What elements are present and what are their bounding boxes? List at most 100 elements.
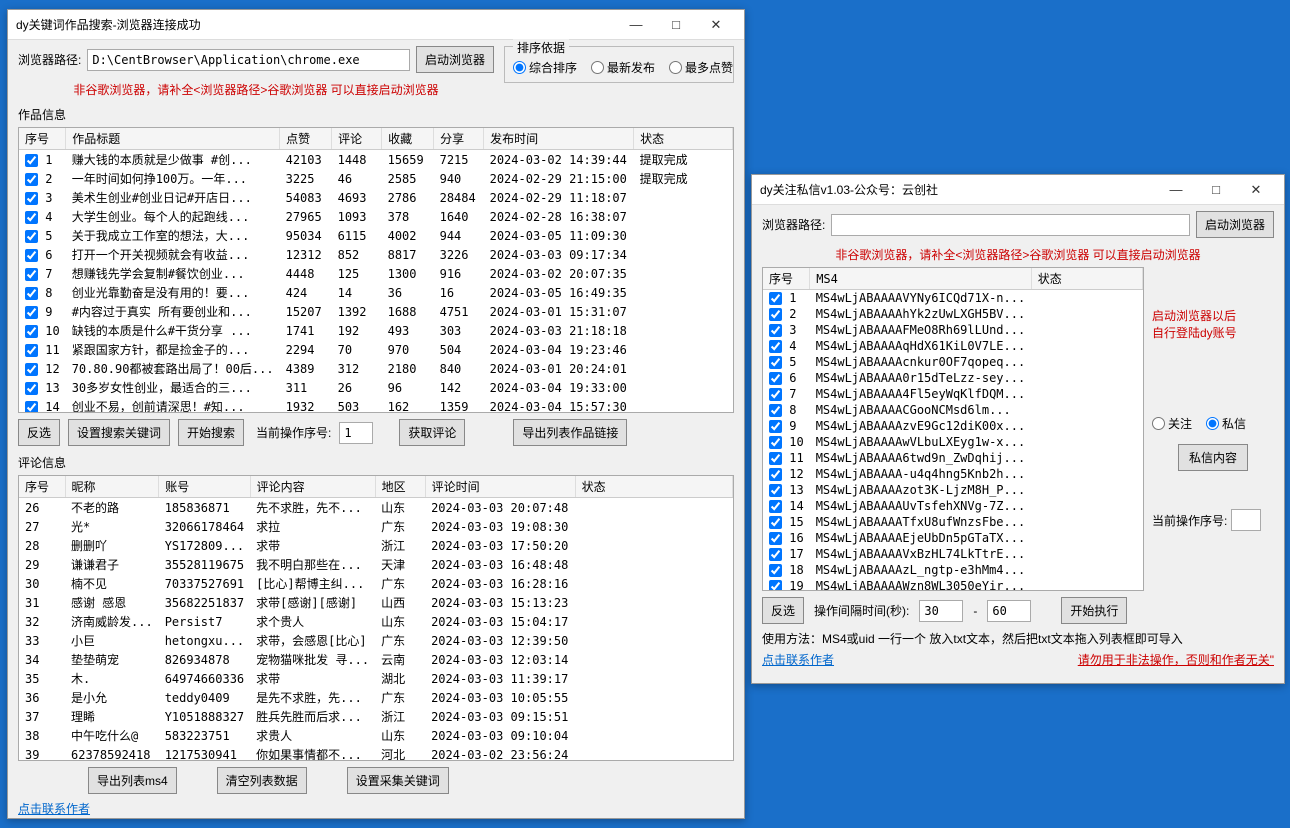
row-checkbox[interactable] xyxy=(25,173,38,186)
table-row[interactable]: 8MS4wLjABAAAACGooNCMsd6lm... xyxy=(763,402,1143,418)
table-row[interactable]: 13MS4wLjABAAAAzot3K-LjzM8H_P... xyxy=(763,482,1143,498)
table-row[interactable]: 28删删吖YS172809...求带浙江2024-03-03 17:50:20 xyxy=(19,536,733,555)
table-row[interactable]: 36是小允teddy0409是先不求胜，先...广东2024-03-03 10:… xyxy=(19,688,733,707)
column-header[interactable]: 账号 xyxy=(159,476,250,498)
table-row[interactable]: 10缺钱的本质是什么#干货分享 ...17411924933032024-03-… xyxy=(19,321,733,340)
row-checkbox[interactable] xyxy=(769,548,782,561)
row-checkbox[interactable] xyxy=(25,363,38,376)
table-row[interactable]: 15MS4wLjABAAAATfxU8ufWnzsFbe... xyxy=(763,514,1143,530)
table-row[interactable]: 17MS4wLjABAAAAVxBzHL74LkTtrE... xyxy=(763,546,1143,562)
table-row[interactable]: 8创业光靠勤奋是没有用的！要...4241436162024-03-05 16:… xyxy=(19,283,733,302)
row-checkbox[interactable] xyxy=(769,324,782,337)
table-row[interactable]: 6打开一个开关视频就会有收益...12312852881732262024-03… xyxy=(19,245,733,264)
row-checkbox[interactable] xyxy=(769,308,782,321)
export-ms4-button[interactable]: 导出列表ms4 xyxy=(88,767,177,794)
table-row[interactable]: 6MS4wLjABAAAA0r15dTeLzz-sey... xyxy=(763,370,1143,386)
table-row[interactable]: 19MS4wLjABAAAAWzn8WL3050eYir... xyxy=(763,578,1143,591)
table-row[interactable]: 9MS4wLjABAAAAzvE9Gc12diK00x... xyxy=(763,418,1143,434)
interval-min-input[interactable] xyxy=(919,600,963,622)
column-header[interactable]: 地区 xyxy=(375,476,425,498)
invert-button[interactable]: 反选 xyxy=(762,597,804,624)
row-checkbox[interactable] xyxy=(25,192,38,205)
launch-browser-button[interactable]: 启动浏览器 xyxy=(416,46,494,73)
titlebar[interactable]: dy关键词作品搜索-浏览器连接成功 — □ ✕ xyxy=(8,10,744,40)
row-checkbox[interactable] xyxy=(769,436,782,449)
table-row[interactable]: 2MS4wLjABAAAAhYk2zUwLXGH5BV... xyxy=(763,306,1143,322)
row-checkbox[interactable] xyxy=(25,230,38,243)
table-row[interactable]: 2一年时间如何挣100万。一年...32254625859402024-02-2… xyxy=(19,169,733,188)
column-header[interactable]: 作品标题 xyxy=(66,128,280,150)
row-checkbox[interactable] xyxy=(25,211,38,224)
row-checkbox[interactable] xyxy=(25,268,38,281)
column-header[interactable]: 点赞 xyxy=(280,128,332,150)
table-row[interactable]: 11MS4wLjABAAAA6twd9n_ZwDqhij... xyxy=(763,450,1143,466)
contact-author-link[interactable]: 点击联系作者 xyxy=(762,651,834,668)
row-checkbox[interactable] xyxy=(769,356,782,369)
table-row[interactable]: 10MS4wLjABAAAAwVLbuLXEyg1w-x... xyxy=(763,434,1143,450)
table-row[interactable]: 5关于我成立工作室的想法，大...95034611540029442024-03… xyxy=(19,226,733,245)
row-checkbox[interactable] xyxy=(769,500,782,513)
table-row[interactable]: 11紧跟国家方针，都是捡金子的...2294709705042024-03-04… xyxy=(19,340,733,359)
set-keywords-button[interactable]: 设置搜索关键词 xyxy=(68,419,170,446)
column-header[interactable]: 状态 xyxy=(1031,268,1142,290)
titlebar[interactable]: dy关注私信v1.03-公众号：云创社 — □ ✕ xyxy=(752,175,1284,205)
table-row[interactable]: 18MS4wLjABAAAAzL_ngtp-e3hMm4... xyxy=(763,562,1143,578)
table-row[interactable]: 14MS4wLjABAAAAUvTsfehXNVg-7Z... xyxy=(763,498,1143,514)
column-header[interactable]: 评论 xyxy=(332,128,382,150)
row-checkbox[interactable] xyxy=(769,516,782,529)
dm-content-button[interactable]: 私信内容 xyxy=(1178,444,1248,471)
column-header[interactable]: 评论内容 xyxy=(250,476,375,498)
row-checkbox[interactable] xyxy=(25,344,38,357)
row-checkbox[interactable] xyxy=(769,564,782,577)
browser-path-input[interactable] xyxy=(831,214,1190,236)
table-row[interactable]: 1270.80.90都被套路出局了！00后...4389312218084020… xyxy=(19,359,733,378)
close-button[interactable]: ✕ xyxy=(1236,176,1276,204)
table-row[interactable]: 38中午吃什么@583223751求贵人山东2024-03-03 09:10:0… xyxy=(19,726,733,745)
sort-likes[interactable]: 最多点赞 xyxy=(669,59,733,76)
clear-list-button[interactable]: 清空列表数据 xyxy=(217,767,307,794)
browser-path-input[interactable] xyxy=(87,49,410,71)
row-checkbox[interactable] xyxy=(25,325,38,338)
sort-composite[interactable]: 综合排序 xyxy=(513,59,577,76)
row-checkbox[interactable] xyxy=(769,388,782,401)
table-row[interactable]: 37理睎Y1051888327胜兵先胜而后求...浙江2024-03-03 09… xyxy=(19,707,733,726)
row-checkbox[interactable] xyxy=(769,452,782,465)
row-checkbox[interactable] xyxy=(769,340,782,353)
interval-max-input[interactable] xyxy=(987,600,1031,622)
start-exec-button[interactable]: 开始执行 xyxy=(1061,597,1127,624)
row-checkbox[interactable] xyxy=(25,154,38,167)
close-button[interactable]: ✕ xyxy=(696,11,736,39)
table-row[interactable]: 4大学生创业。每个人的起跑线...27965109337816402024-02… xyxy=(19,207,733,226)
column-header[interactable]: 评论时间 xyxy=(425,476,575,498)
table-row[interactable]: 1330多岁女性创业，最适合的三...31126961422024-03-04 … xyxy=(19,378,733,397)
table-row[interactable]: 31感谢 感恩35682251837求带[感谢][感谢]山西2024-03-03… xyxy=(19,593,733,612)
table-row[interactable]: 30楠不见70337527691[比心]帮博主纠...广东2024-03-03 … xyxy=(19,574,733,593)
minimize-button[interactable]: — xyxy=(1156,176,1196,204)
table-row[interactable]: 4MS4wLjABAAAAqHdX61KiL0V7LE... xyxy=(763,338,1143,354)
row-checkbox[interactable] xyxy=(769,420,782,433)
row-checkbox[interactable] xyxy=(769,532,782,545)
row-checkbox[interactable] xyxy=(769,404,782,417)
column-header[interactable]: 状态 xyxy=(634,128,733,150)
row-checkbox[interactable] xyxy=(769,484,782,497)
table-row[interactable]: 32济南威龄发...Persist7求个贵人山东2024-03-03 15:04… xyxy=(19,612,733,631)
column-header[interactable]: 收藏 xyxy=(382,128,434,150)
table-row[interactable]: 1MS4wLjABAAAAVYNy6ICQd71X-n... xyxy=(763,290,1143,307)
table-row[interactable]: 16MS4wLjABAAAAEjeUbDn5pGTaTX... xyxy=(763,530,1143,546)
contact-author-link[interactable]: 点击联系作者 xyxy=(18,802,90,816)
maximize-button[interactable]: □ xyxy=(1196,176,1236,204)
row-checkbox[interactable] xyxy=(769,292,782,305)
column-header[interactable]: 状态 xyxy=(575,476,732,498)
table-row[interactable]: 7MS4wLjABAAAA4Fl5eyWqKlfDQM... xyxy=(763,386,1143,402)
row-checkbox[interactable] xyxy=(25,249,38,262)
table-row[interactable]: 1赚大钱的本质就是少做事 #创...4210314481565972152024… xyxy=(19,150,733,170)
table-row[interactable]: 34垫垫萌宠826934878宠物猫咪批发 寻...云南2024-03-03 1… xyxy=(19,650,733,669)
table-row[interactable]: 9#内容过于真实 所有要创业和...152071392168847512024-… xyxy=(19,302,733,321)
row-checkbox[interactable] xyxy=(769,372,782,385)
table-row[interactable]: 33小巨hetongxu...求带，会感恩[比心]广东2024-03-03 12… xyxy=(19,631,733,650)
table-row[interactable]: 39623785924181217530941你如果事情都不...河北2024-… xyxy=(19,745,733,761)
column-header[interactable]: 分享 xyxy=(434,128,484,150)
column-header[interactable]: 昵称 xyxy=(65,476,159,498)
row-checkbox[interactable] xyxy=(769,580,782,591)
table-row[interactable]: 27光*32066178464求拉广东2024-03-03 19:08:30 xyxy=(19,517,733,536)
